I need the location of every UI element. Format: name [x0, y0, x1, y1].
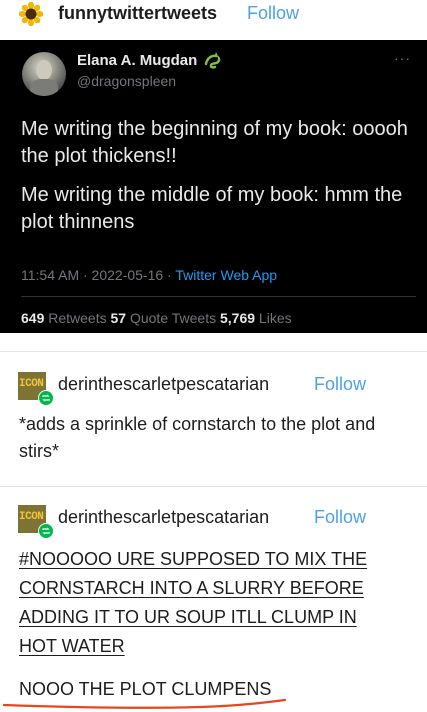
follow-button[interactable]: Follow	[314, 507, 366, 528]
tweet-line-1: Me writing the beginning of my book: ooo…	[21, 118, 408, 167]
tweet-avatar	[22, 52, 66, 96]
tag-line[interactable]: HOT WATER	[19, 636, 125, 656]
quotes-count: 57	[110, 310, 127, 326]
tag-line[interactable]: #NOOOOO URE SUPPOSED TO MIX THE	[19, 549, 367, 569]
follow-button[interactable]: Follow	[314, 374, 366, 395]
reblog-tags[interactable]: #NOOOOO URE SUPPOSED TO MIX THE CORNSTAR…	[19, 545, 414, 661]
retweets-count: 649	[21, 310, 45, 326]
tweet-app: Twitter Web App	[175, 267, 278, 283]
tweet-time: 11:54 AM · 2022-05-16 ·	[21, 267, 176, 283]
retweets-label: Retweets	[44, 310, 111, 326]
blog-name[interactable]: funnytwittertweets	[58, 3, 217, 24]
divider	[0, 486, 427, 487]
tweet-line-2: Me writing the middle of my book: hmm th…	[21, 184, 403, 233]
reblog-icon	[38, 390, 54, 406]
tweet-divider	[21, 296, 416, 297]
likes-label: Likes	[255, 310, 292, 326]
tweet-meta: 11:54 AM · 2022-05-16 · Twitter Web App	[21, 267, 277, 283]
tweet-display-name: Elana A. Mugdan	[77, 52, 198, 69]
follow-button[interactable]: Follow	[247, 3, 299, 24]
post-header: funnytwittertweets Follow	[0, 0, 427, 30]
tweet-screenshot: Elana A. Mugdan @dragonspleen ··· Me wri…	[0, 40, 427, 333]
tweet-handle: @dragonspleen	[77, 73, 177, 89]
tweet-body: Me writing the beginning of my book: ooo…	[21, 116, 416, 248]
more-icon: ···	[394, 50, 411, 66]
red-underline-annotation	[2, 698, 287, 709]
reblog-avatar[interactable]: ICON	[18, 505, 54, 539]
reblog-avatar[interactable]: ICON	[18, 372, 54, 406]
divider	[0, 351, 427, 352]
tag-line[interactable]: CORNSTARCH INTO A SLURRY BEFORE	[19, 578, 364, 598]
reblog-username[interactable]: derinthescarletpescatarian	[58, 374, 269, 395]
likes-count: 5,769	[219, 310, 256, 326]
tweet-stats: 649 Retweets 57 Quote Tweets 5,769 Likes	[21, 310, 292, 326]
reblog-final-text: NOOO THE PLOT CLUMPENS	[19, 679, 272, 699]
dragon-icon	[204, 52, 221, 69]
quotes-label: Quote Tweets	[126, 310, 220, 326]
sunflower-icon	[19, 2, 43, 26]
reblog-icon	[38, 523, 54, 539]
tag-line[interactable]: ADDING IT TO UR SOUP ITLL CLUMP IN	[19, 607, 357, 627]
reblog-text: *adds a sprinkle of cornstarch to the pl…	[19, 414, 376, 461]
reblog-username[interactable]: derinthescarletpescatarian	[58, 507, 269, 528]
